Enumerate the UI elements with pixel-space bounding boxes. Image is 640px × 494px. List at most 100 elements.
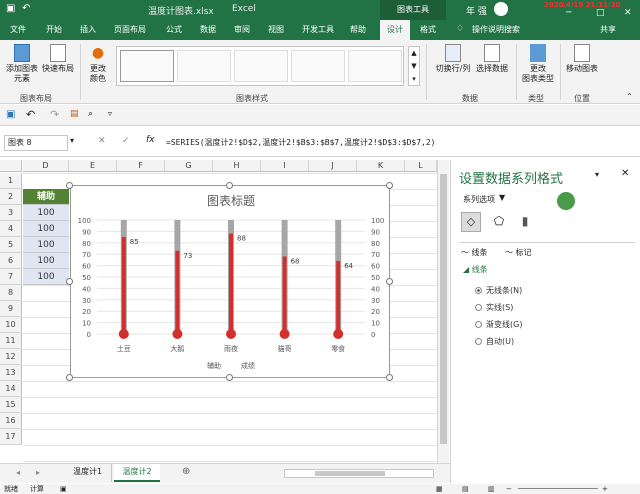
add-sheet-icon[interactable]: ⊕ — [182, 466, 190, 477]
add-chart-element-button[interactable]: 添加图表 元素 — [4, 44, 40, 84]
change-colors-button[interactable]: ● 更改 颜色 — [84, 44, 112, 84]
redo-icon[interactable]: ↷ — [50, 108, 59, 121]
series-options-icon[interactable]: ▮ — [515, 212, 535, 232]
tell-me-search[interactable]: 操作说明搜索 — [472, 24, 520, 35]
row-header[interactable]: 17 — [0, 429, 22, 445]
close-button[interactable]: ✕ — [624, 8, 632, 18]
switch-row-column-button[interactable]: 切换行/列 — [432, 44, 474, 74]
next-sheet-icon[interactable]: ▸ — [36, 468, 40, 477]
tab-developer[interactable]: 开发工具 — [302, 24, 334, 35]
tab-format[interactable]: 格式 — [420, 24, 436, 35]
column-header[interactable]: I — [261, 160, 309, 172]
macro-icon[interactable]: ▣ — [60, 484, 67, 494]
pane-options-icon[interactable]: ▾ — [595, 170, 599, 179]
chart-style-thumb[interactable] — [177, 50, 231, 82]
undo-icon[interactable]: ↶ — [22, 3, 30, 14]
radio-solid-line[interactable]: 实线(S) — [475, 302, 513, 313]
column-header[interactable]: F — [117, 160, 165, 172]
resize-handle[interactable] — [226, 182, 233, 189]
tab-help[interactable]: 帮助 — [350, 24, 366, 35]
row-header[interactable]: 10 — [0, 317, 22, 333]
collapse-ribbon-icon[interactable]: ⌃ — [626, 92, 633, 101]
line-tab[interactable]: 〜 线条 — [461, 247, 488, 258]
radio-automatic[interactable]: 自动(U) — [475, 336, 514, 347]
horizontal-scrollbar[interactable] — [284, 469, 434, 478]
cell-value[interactable]: 100 — [23, 205, 69, 221]
tab-file[interactable]: 文件 — [10, 24, 26, 35]
name-box-dropdown-icon[interactable]: ▾ — [70, 136, 74, 145]
cell-value[interactable]: 100 — [23, 269, 69, 285]
sheet-tab[interactable]: 温度计1 — [64, 464, 112, 482]
chart-style-thumb[interactable] — [291, 50, 345, 82]
print-icon[interactable]: ▤ — [70, 109, 79, 119]
row-header[interactable]: 3 — [0, 205, 22, 221]
row-header[interactable]: 7 — [0, 269, 22, 285]
chart-style-thumb[interactable] — [120, 50, 174, 82]
quick-layout-button[interactable]: 快速布局 — [40, 44, 76, 74]
zoom-in-icon[interactable]: + — [602, 484, 608, 494]
customize-icon[interactable]: ▿ — [108, 109, 112, 118]
radio-no-line[interactable]: 无线条(N) — [475, 285, 522, 296]
chart-object[interactable]: 图表标题 100 100 90 90 80 80 70 70 60 60 50 50 40 40 30 30 2… — [70, 185, 390, 378]
undo-icon[interactable]: ↶ — [26, 108, 35, 121]
marker-tab[interactable]: 〜 标记 — [505, 247, 532, 258]
tab-design[interactable]: 设计 — [380, 20, 410, 40]
row-header[interactable]: 15 — [0, 397, 22, 413]
radio-gradient-line[interactable]: 渐变线(G) — [475, 319, 522, 330]
effects-icon[interactable]: ⬠ — [489, 212, 509, 232]
cell-value[interactable]: 100 — [23, 237, 69, 253]
row-header[interactable]: 13 — [0, 365, 22, 381]
cell-value[interactable]: 100 — [23, 221, 69, 237]
resize-handle[interactable] — [386, 278, 393, 285]
sheet-tab-active[interactable]: 温度计2 — [114, 464, 160, 482]
search-icon[interactable]: ⌕ — [88, 109, 93, 119]
share-button[interactable]: 共享 — [600, 24, 616, 35]
minimize-button[interactable]: ─ — [566, 8, 571, 18]
column-header[interactable]: G — [165, 160, 213, 172]
tab-review[interactable]: 审阅 — [234, 24, 250, 35]
insert-function-icon[interactable]: fx — [146, 135, 155, 145]
normal-view-icon[interactable]: ▦ — [436, 484, 443, 494]
vertical-scrollbar[interactable] — [437, 160, 449, 463]
column-header[interactable]: D — [23, 160, 69, 172]
enter-icon[interactable]: ✓ — [122, 136, 130, 146]
resize-handle[interactable] — [386, 182, 393, 189]
line-section-header[interactable]: ◢ 线条 — [463, 264, 488, 275]
row-header[interactable]: 16 — [0, 413, 22, 429]
prev-sheet-icon[interactable]: ◂ — [16, 468, 20, 477]
column-header[interactable]: K — [357, 160, 405, 172]
formula-input[interactable]: =SERIES(温度计2!$D$2,温度计2!$B$3:$B$7,温度计2!$D… — [166, 135, 636, 151]
move-chart-button[interactable]: 移动图表 — [564, 44, 600, 74]
zoom-out-icon[interactable]: − — [506, 484, 512, 494]
fill-line-icon[interactable]: ◇ — [461, 212, 481, 232]
row-header[interactable]: 4 — [0, 221, 22, 237]
row-header[interactable]: 5 — [0, 237, 22, 253]
select-data-button[interactable]: 选择数据 — [474, 44, 510, 74]
chart-styles-gallery[interactable] — [116, 46, 404, 86]
column-header[interactable]: H — [213, 160, 261, 172]
tab-insert[interactable]: 插入 — [80, 24, 96, 35]
row-header[interactable]: 1 — [0, 173, 22, 189]
row-header[interactable]: 11 — [0, 333, 22, 349]
restore-button[interactable]: □ — [596, 8, 605, 18]
chevron-down-icon[interactable]: ▼ — [499, 193, 505, 202]
avatar[interactable] — [494, 2, 508, 16]
page-layout-view-icon[interactable]: ▤ — [462, 484, 469, 494]
scroll-thumb[interactable] — [315, 471, 385, 476]
pane-close-button[interactable]: ✕ — [621, 168, 629, 179]
row-header[interactable]: 9 — [0, 301, 22, 317]
resize-handle[interactable] — [226, 374, 233, 381]
series-options-dropdown[interactable]: 系列选项 — [463, 194, 495, 205]
select-all[interactable] — [0, 160, 22, 172]
row-header[interactable]: 8 — [0, 285, 22, 301]
row-header[interactable]: 2 — [0, 189, 22, 205]
tab-home[interactable]: 开始 — [46, 24, 62, 35]
scroll-thumb[interactable] — [440, 174, 447, 444]
change-chart-type-button[interactable]: 更改 图表类型 — [518, 44, 558, 84]
tab-data[interactable]: 数据 — [200, 24, 216, 35]
column-header[interactable]: J — [309, 160, 357, 172]
chart-style-thumb[interactable] — [348, 50, 402, 82]
zoom-slider[interactable] — [518, 488, 598, 489]
tab-view[interactable]: 视图 — [268, 24, 284, 35]
cancel-icon[interactable]: ✕ — [98, 136, 106, 146]
